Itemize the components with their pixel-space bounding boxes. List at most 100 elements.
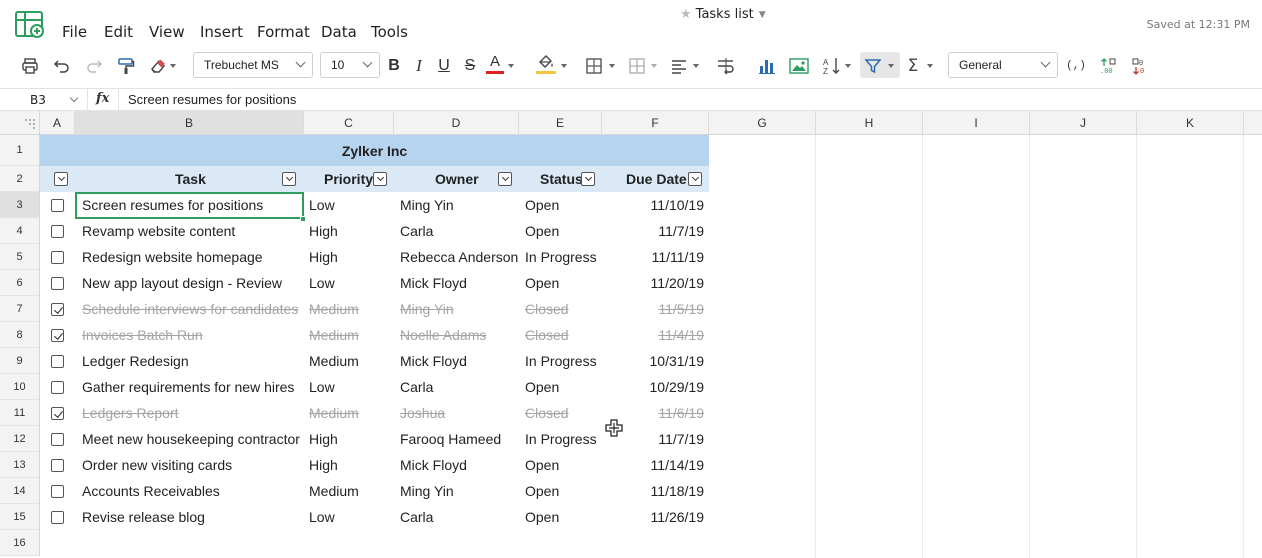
filter-button-priority[interactable]	[373, 172, 387, 186]
task-done-checkbox[interactable]	[51, 199, 64, 212]
status-cell[interactable]: In Progress	[525, 426, 597, 452]
owner-cell[interactable]: Ming Yin	[400, 296, 454, 322]
filter-icon[interactable]	[863, 54, 883, 78]
priority-cell[interactable]: Medium	[309, 322, 359, 348]
spreadsheet-grid[interactable]: 1 2 3 4 5 6 7 8 9 10 11 12 13 14 15 16 Zylker Inc ABCDEF…	[0, 111, 1262, 558]
owner-cell[interactable]: Noelle Adams	[400, 322, 486, 348]
status-cell[interactable]: In Progress	[525, 348, 597, 374]
filter-button-task[interactable]	[282, 172, 296, 186]
task-done-checkbox[interactable]	[51, 511, 64, 524]
row-header-13[interactable]: 13	[0, 452, 40, 478]
row-header-2[interactable]: 2	[0, 166, 40, 192]
sum-icon[interactable]: Σ	[903, 54, 923, 78]
column-header-partial[interactable]	[1244, 111, 1262, 135]
owner-cell[interactable]: Carla	[400, 218, 433, 244]
borders-icon[interactable]	[584, 54, 604, 78]
priority-cell[interactable]: Medium	[309, 400, 359, 426]
increase-decimal-icon[interactable]: .00	[1098, 54, 1118, 78]
clear-format-dropdown-icon[interactable]	[170, 64, 176, 68]
menu-format[interactable]: Format	[257, 23, 310, 41]
row-header-4[interactable]: 4	[0, 218, 40, 244]
owner-cell[interactable]: Mick Floyd	[400, 270, 467, 296]
priority-cell[interactable]: Low	[309, 192, 335, 218]
due-date-cell[interactable]: 11/14/19	[603, 452, 704, 478]
column-header-a[interactable]: A	[40, 111, 75, 135]
status-cell[interactable]: Closed	[525, 322, 569, 348]
braces-function-icon[interactable]: (,)	[1066, 54, 1086, 78]
task-done-checkbox[interactable]	[51, 355, 64, 368]
column-header-g[interactable]: G	[709, 111, 816, 135]
decrease-decimal-icon[interactable]: 00	[1130, 54, 1150, 78]
text-wrap-icon[interactable]	[715, 54, 737, 78]
fx-icon[interactable]: fx	[96, 91, 109, 106]
due-date-cell[interactable]: 11/18/19	[603, 478, 704, 504]
priority-cell[interactable]: Low	[309, 270, 335, 296]
select-all-corner[interactable]	[0, 111, 40, 135]
row-header-16[interactable]: 16	[0, 530, 40, 556]
due-date-cell[interactable]: 11/10/19	[603, 192, 704, 218]
status-cell[interactable]: Open	[525, 452, 559, 478]
menu-view[interactable]: View	[149, 23, 185, 41]
sort-dropdown-icon[interactable]	[845, 64, 851, 68]
row-header-6[interactable]: 6	[0, 270, 40, 296]
due-date-cell[interactable]: 11/5/19	[603, 296, 704, 322]
task-cell[interactable]: Screen resumes for positions	[82, 192, 263, 218]
column-header-c[interactable]: C	[304, 111, 394, 135]
number-format-dropdown[interactable]: General	[948, 52, 1058, 78]
row-header-9[interactable]: 9	[0, 348, 40, 374]
insert-image-icon[interactable]	[789, 54, 809, 78]
task-done-checkbox[interactable]	[51, 407, 64, 420]
align-dropdown-icon[interactable]	[693, 64, 699, 68]
priority-cell[interactable]: High	[309, 452, 338, 478]
font-size-dropdown[interactable]: 10	[320, 52, 380, 78]
task-cell[interactable]: Revise release blog	[82, 504, 205, 530]
task-done-checkbox[interactable]	[51, 381, 64, 394]
redo-icon[interactable]	[84, 54, 104, 78]
priority-cell[interactable]: High	[309, 426, 338, 452]
status-cell[interactable]: Open	[525, 218, 559, 244]
task-done-checkbox[interactable]	[51, 303, 64, 316]
column-header-i[interactable]: I	[923, 111, 1030, 135]
owner-cell[interactable]: Mick Floyd	[400, 452, 467, 478]
column-header-d[interactable]: D	[394, 111, 519, 135]
priority-cell[interactable]: Medium	[309, 296, 359, 322]
owner-cell[interactable]: Joshua	[400, 400, 445, 426]
priority-cell[interactable]: Low	[309, 374, 335, 400]
owner-cell[interactable]: Rebecca Anderson	[400, 244, 518, 270]
owner-cell[interactable]: Carla	[400, 374, 433, 400]
column-header-k[interactable]: K	[1137, 111, 1244, 135]
row-header-14[interactable]: 14	[0, 478, 40, 504]
column-header-j[interactable]: J	[1030, 111, 1137, 135]
owner-cell[interactable]: Ming Yin	[400, 192, 454, 218]
task-cell[interactable]: Accounts Receivables	[82, 478, 220, 504]
strikethrough-icon[interactable]: S	[461, 54, 479, 78]
column-header-e[interactable]: E	[519, 111, 602, 135]
sort-icon[interactable]: AZ	[821, 54, 843, 78]
row-header-11[interactable]: 11	[0, 400, 40, 426]
name-box[interactable]: B3	[0, 89, 88, 110]
due-date-cell[interactable]: 11/4/19	[603, 322, 704, 348]
chevron-down-icon[interactable]: ▼	[759, 10, 766, 20]
row-header-8[interactable]: 8	[0, 322, 40, 348]
row-header-1[interactable]: 1	[0, 135, 40, 166]
task-done-checkbox[interactable]	[51, 459, 64, 472]
owner-cell[interactable]: Ming Yin	[400, 478, 454, 504]
column-header-h[interactable]: H	[816, 111, 923, 135]
due-date-cell[interactable]: 10/29/19	[603, 374, 705, 400]
merge-cells-dropdown-icon[interactable]	[651, 64, 657, 68]
task-done-checkbox[interactable]	[51, 485, 64, 498]
row-header-3[interactable]: 3	[0, 192, 40, 218]
task-cell[interactable]: Ledger Redesign	[82, 348, 189, 374]
priority-cell[interactable]: Low	[309, 504, 335, 530]
align-left-icon[interactable]	[669, 54, 689, 78]
fill-color-dropdown-icon[interactable]	[561, 64, 567, 68]
task-done-checkbox[interactable]	[51, 251, 64, 264]
filter-dropdown-icon[interactable]	[888, 64, 894, 68]
status-cell[interactable]: Closed	[525, 400, 569, 426]
menu-data[interactable]: Data	[321, 23, 357, 41]
task-cell[interactable]: Meet new housekeeping contractor	[82, 426, 300, 452]
due-date-cell[interactable]: 11/20/19	[603, 270, 704, 296]
task-cell[interactable]: Gather requirements for new hires	[82, 374, 294, 400]
task-cell[interactable]: Schedule interviews for candidates	[82, 296, 298, 322]
task-done-checkbox[interactable]	[51, 433, 64, 446]
